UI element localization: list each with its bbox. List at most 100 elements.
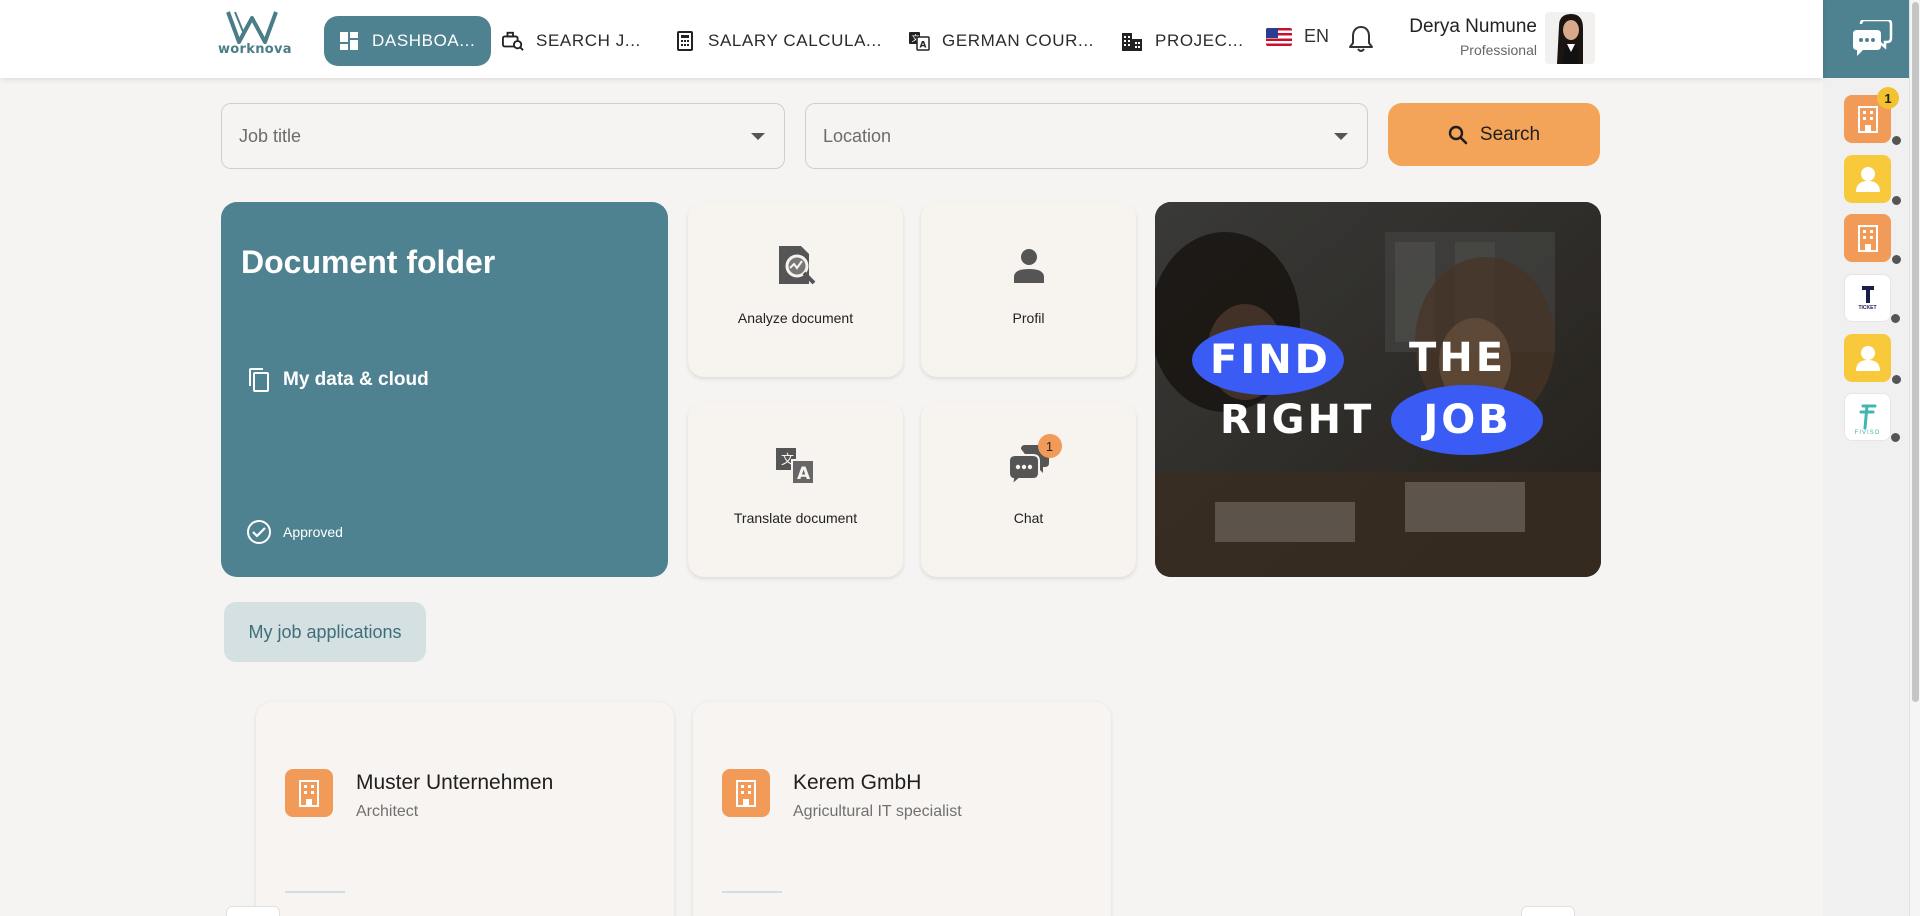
worknova-w-icon — [226, 11, 278, 44]
rail-contact-company-2[interactable] — [1844, 214, 1902, 265]
status-dot — [1891, 374, 1902, 385]
approved-status: Approved — [246, 519, 343, 545]
application-company: Kerem GmbH — [793, 771, 922, 794]
building-icon — [1857, 106, 1878, 133]
carousel-next-button[interactable] — [1521, 906, 1575, 916]
application-company: Muster Unternehmen — [356, 771, 554, 794]
my-data-cloud-link[interactable]: My data & cloud — [246, 367, 429, 393]
support-chat-button[interactable] — [1823, 0, 1920, 78]
nav-dashboard-label: DASHBOA... — [372, 31, 476, 50]
user-info[interactable]: Derya Numune Professional — [1380, 16, 1537, 58]
divider — [722, 891, 782, 893]
my-data-cloud-label: My data & cloud — [283, 369, 429, 390]
nav-search-jobs-label: SEARCH J... — [536, 31, 641, 50]
user-name: Derya Numune — [1409, 16, 1537, 37]
divider — [285, 891, 345, 893]
fiviso-logo-icon — [1859, 404, 1876, 430]
banner-photo — [1155, 202, 1601, 577]
rail-contact-company-1[interactable]: 1 — [1844, 87, 1902, 146]
ticket-logo-text: TICKET — [1858, 305, 1877, 311]
copy-icon — [246, 367, 272, 393]
find-the-right-job-banner[interactable]: FIND THE RIGHT JOB — [1155, 202, 1601, 577]
dashboard-icon — [338, 30, 360, 52]
approved-label: Approved — [283, 524, 343, 540]
tile-chat-label: Chat — [1013, 510, 1044, 526]
buildings-icon — [1121, 30, 1143, 52]
page-scrollbar[interactable] — [1909, 0, 1920, 916]
search-icon — [1448, 125, 1468, 145]
person-icon — [1855, 167, 1880, 192]
language-label: EN — [1304, 26, 1330, 46]
fiviso-logo-text: FIVISO — [1854, 430, 1881, 436]
nav-salary-calculator[interactable]: SALARY CALCULA... — [674, 16, 882, 66]
chevron-down-icon — [1334, 133, 1348, 140]
tile-chat[interactable]: 1 Chat — [921, 402, 1136, 577]
tile-translate-document[interactable]: 文A Translate document — [688, 402, 903, 577]
nav-german-courses-label: GERMAN COUR... — [942, 31, 1094, 50]
person-icon — [1855, 346, 1880, 371]
check-circle-icon — [246, 519, 272, 545]
application-card[interactable]: Muster Unternehmen Architect — [256, 702, 674, 916]
analyze-document-icon — [773, 242, 819, 288]
top-navigation-bar: worknova DASHBOA... SEARCH J... SALARY C… — [0, 0, 1823, 78]
nav-search-jobs[interactable]: SEARCH J... — [502, 16, 641, 66]
building-icon — [1857, 225, 1878, 252]
rail-contact-person-1[interactable] — [1844, 155, 1902, 206]
carousel-prev-button[interactable] — [226, 906, 280, 916]
briefcase-search-icon — [502, 30, 524, 52]
job-title-select[interactable]: Job title — [221, 103, 785, 169]
rail-contact-person-2[interactable] — [1844, 334, 1902, 385]
logo-text: worknova — [218, 42, 292, 57]
tile-profil[interactable]: Profil — [921, 202, 1136, 377]
chat-contacts-rail: 1 TICKET FIVISO — [1823, 78, 1909, 916]
chat-bubbles-icon — [1852, 20, 1892, 56]
status-dot — [1891, 195, 1902, 206]
svg-text:A: A — [920, 41, 928, 51]
nav-dashboard[interactable]: DASHBOA... — [324, 16, 492, 66]
us-flag-icon — [1266, 27, 1292, 46]
application-card[interactable]: Kerem GmbH Agricultural IT specialist — [693, 702, 1111, 916]
svg-text:A: A — [797, 464, 811, 484]
translate-document-icon: 文A — [773, 442, 819, 488]
banner-word-job: JOB — [1423, 397, 1512, 443]
job-title-placeholder: Job title — [239, 125, 302, 146]
translate-icon: 文A — [908, 30, 930, 52]
chevron-down-icon — [751, 133, 765, 140]
tile-analyze-label: Analyze document — [737, 310, 854, 326]
person-icon — [1006, 242, 1052, 288]
location-placeholder: Location — [823, 125, 892, 146]
bell-icon[interactable] — [1347, 24, 1375, 54]
banner-word-find: FIND — [1210, 337, 1331, 383]
chat-icon: 1 — [1006, 434, 1062, 488]
avatar[interactable] — [1545, 12, 1595, 64]
language-selector[interactable]: EN — [1266, 26, 1329, 47]
worknova-logo[interactable]: worknova — [218, 10, 292, 64]
document-folder-title: Document folder — [241, 244, 496, 280]
search-button-label: Search — [1479, 123, 1541, 145]
rail-contact-fiviso[interactable]: FIVISO — [1844, 393, 1901, 443]
nav-salary-calculator-label: SALARY CALCULA... — [708, 31, 882, 50]
rail-unread-badge: 1 — [1877, 87, 1899, 109]
status-dot — [1891, 254, 1902, 265]
banner-word-the: THE — [1408, 335, 1507, 381]
nav-projects[interactable]: PROJEC... — [1121, 16, 1244, 66]
application-role: Architect — [356, 803, 419, 820]
nav-german-courses[interactable]: 文A GERMAN COUR... — [908, 16, 1094, 66]
user-role: Professional — [1459, 42, 1537, 58]
scrollbar-thumb[interactable] — [1912, 2, 1919, 702]
chat-unread-badge: 1 — [1037, 434, 1062, 458]
company-logo-icon — [722, 769, 770, 817]
status-dot — [1890, 313, 1901, 324]
status-dot — [1890, 432, 1901, 443]
nav-projects-label: PROJEC... — [1155, 31, 1244, 50]
application-role: Agricultural IT specialist — [793, 803, 962, 820]
search-button[interactable]: Search — [1388, 103, 1600, 166]
tile-analyze-document[interactable]: Analyze document — [688, 202, 903, 377]
tile-translate-label: Translate document — [733, 510, 858, 526]
document-folder-card[interactable]: Document folder My data & cloud Approved — [221, 202, 668, 577]
tile-profil-label: Profil — [1012, 310, 1045, 326]
tab-my-job-applications[interactable]: My job applications — [224, 602, 426, 662]
company-logo-icon — [285, 769, 333, 817]
rail-contact-ticket[interactable]: TICKET — [1844, 274, 1901, 324]
location-select[interactable]: Location — [805, 103, 1368, 169]
